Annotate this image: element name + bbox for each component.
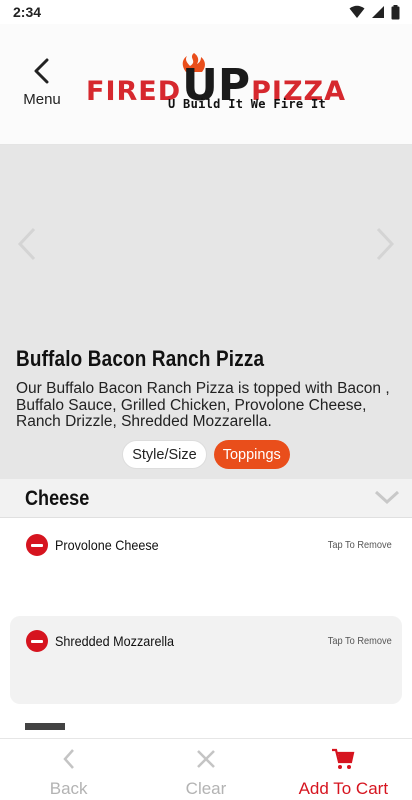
section-title: Cheese — [25, 487, 90, 510]
menu-button[interactable]: Menu — [16, 58, 68, 114]
tab-toppings[interactable]: Toppings — [213, 440, 290, 469]
chevron-left-icon — [34, 58, 49, 84]
add-to-cart-button[interactable]: Add To Cart — [275, 739, 412, 800]
tap-to-remove-hint: Tap To Remove — [327, 635, 392, 647]
status-icons — [349, 4, 400, 20]
back-button[interactable]: Back — [0, 739, 137, 800]
chevron-down-icon — [374, 490, 400, 505]
bottom-action-bar: Back Clear Add To Cart — [0, 738, 412, 800]
app-header: Menu FIRED UP PIZZA U Build It We Fire I… — [0, 24, 412, 145]
wifi-icon — [349, 5, 365, 18]
carousel-prev-button[interactable] — [16, 227, 38, 266]
topping-row-provolone[interactable]: Provolone Cheese Tap To Remove — [10, 520, 402, 610]
menu-label: Menu — [23, 91, 61, 108]
topping-name: Provolone Cheese — [55, 537, 159, 553]
logo-tagline: U Build It We Fire It — [168, 97, 327, 111]
cart-icon — [332, 748, 355, 769]
chevron-right-icon — [376, 227, 395, 261]
status-bar: 2:34 — [0, 0, 412, 24]
topping-row-mozzarella[interactable]: Shredded Mozzarella Tap To Remove — [10, 616, 402, 704]
clear-button[interactable]: Clear — [137, 739, 274, 800]
chevron-left-icon — [62, 749, 74, 769]
chevron-left-icon — [17, 227, 36, 261]
logo-word-left: FIRED — [86, 76, 182, 107]
battery-icon — [391, 4, 400, 19]
next-section-title-clipped — [25, 723, 65, 730]
add-to-cart-label: Add To Cart — [298, 779, 389, 798]
status-time: 2:34 — [13, 4, 42, 20]
remove-icon[interactable] — [26, 534, 48, 556]
brand-logo: FIRED UP PIZZA U Build It We Fire It — [86, 52, 345, 116]
product-hero: Buffalo Bacon Ranch Pizza Our Buffalo Ba… — [0, 145, 412, 479]
next-section-peek — [25, 720, 105, 730]
tab-style-size[interactable]: Style/Size — [122, 440, 207, 469]
product-title: Buffalo Bacon Ranch Pizza — [16, 346, 265, 371]
back-label: Back — [49, 779, 88, 798]
carousel-next-button[interactable] — [374, 227, 396, 266]
close-icon — [197, 750, 215, 768]
product-tabs: Style/Size Toppings — [0, 440, 412, 469]
cheese-section-header[interactable]: Cheese — [0, 479, 412, 518]
topping-name: Shredded Mozzarella — [55, 633, 175, 649]
clear-label: Clear — [185, 779, 227, 798]
tap-to-remove-hint: Tap To Remove — [327, 539, 392, 551]
remove-icon[interactable] — [26, 630, 48, 652]
product-description: Our Buffalo Bacon Ranch Pizza is topped … — [16, 380, 390, 430]
signal-icon — [372, 6, 384, 18]
